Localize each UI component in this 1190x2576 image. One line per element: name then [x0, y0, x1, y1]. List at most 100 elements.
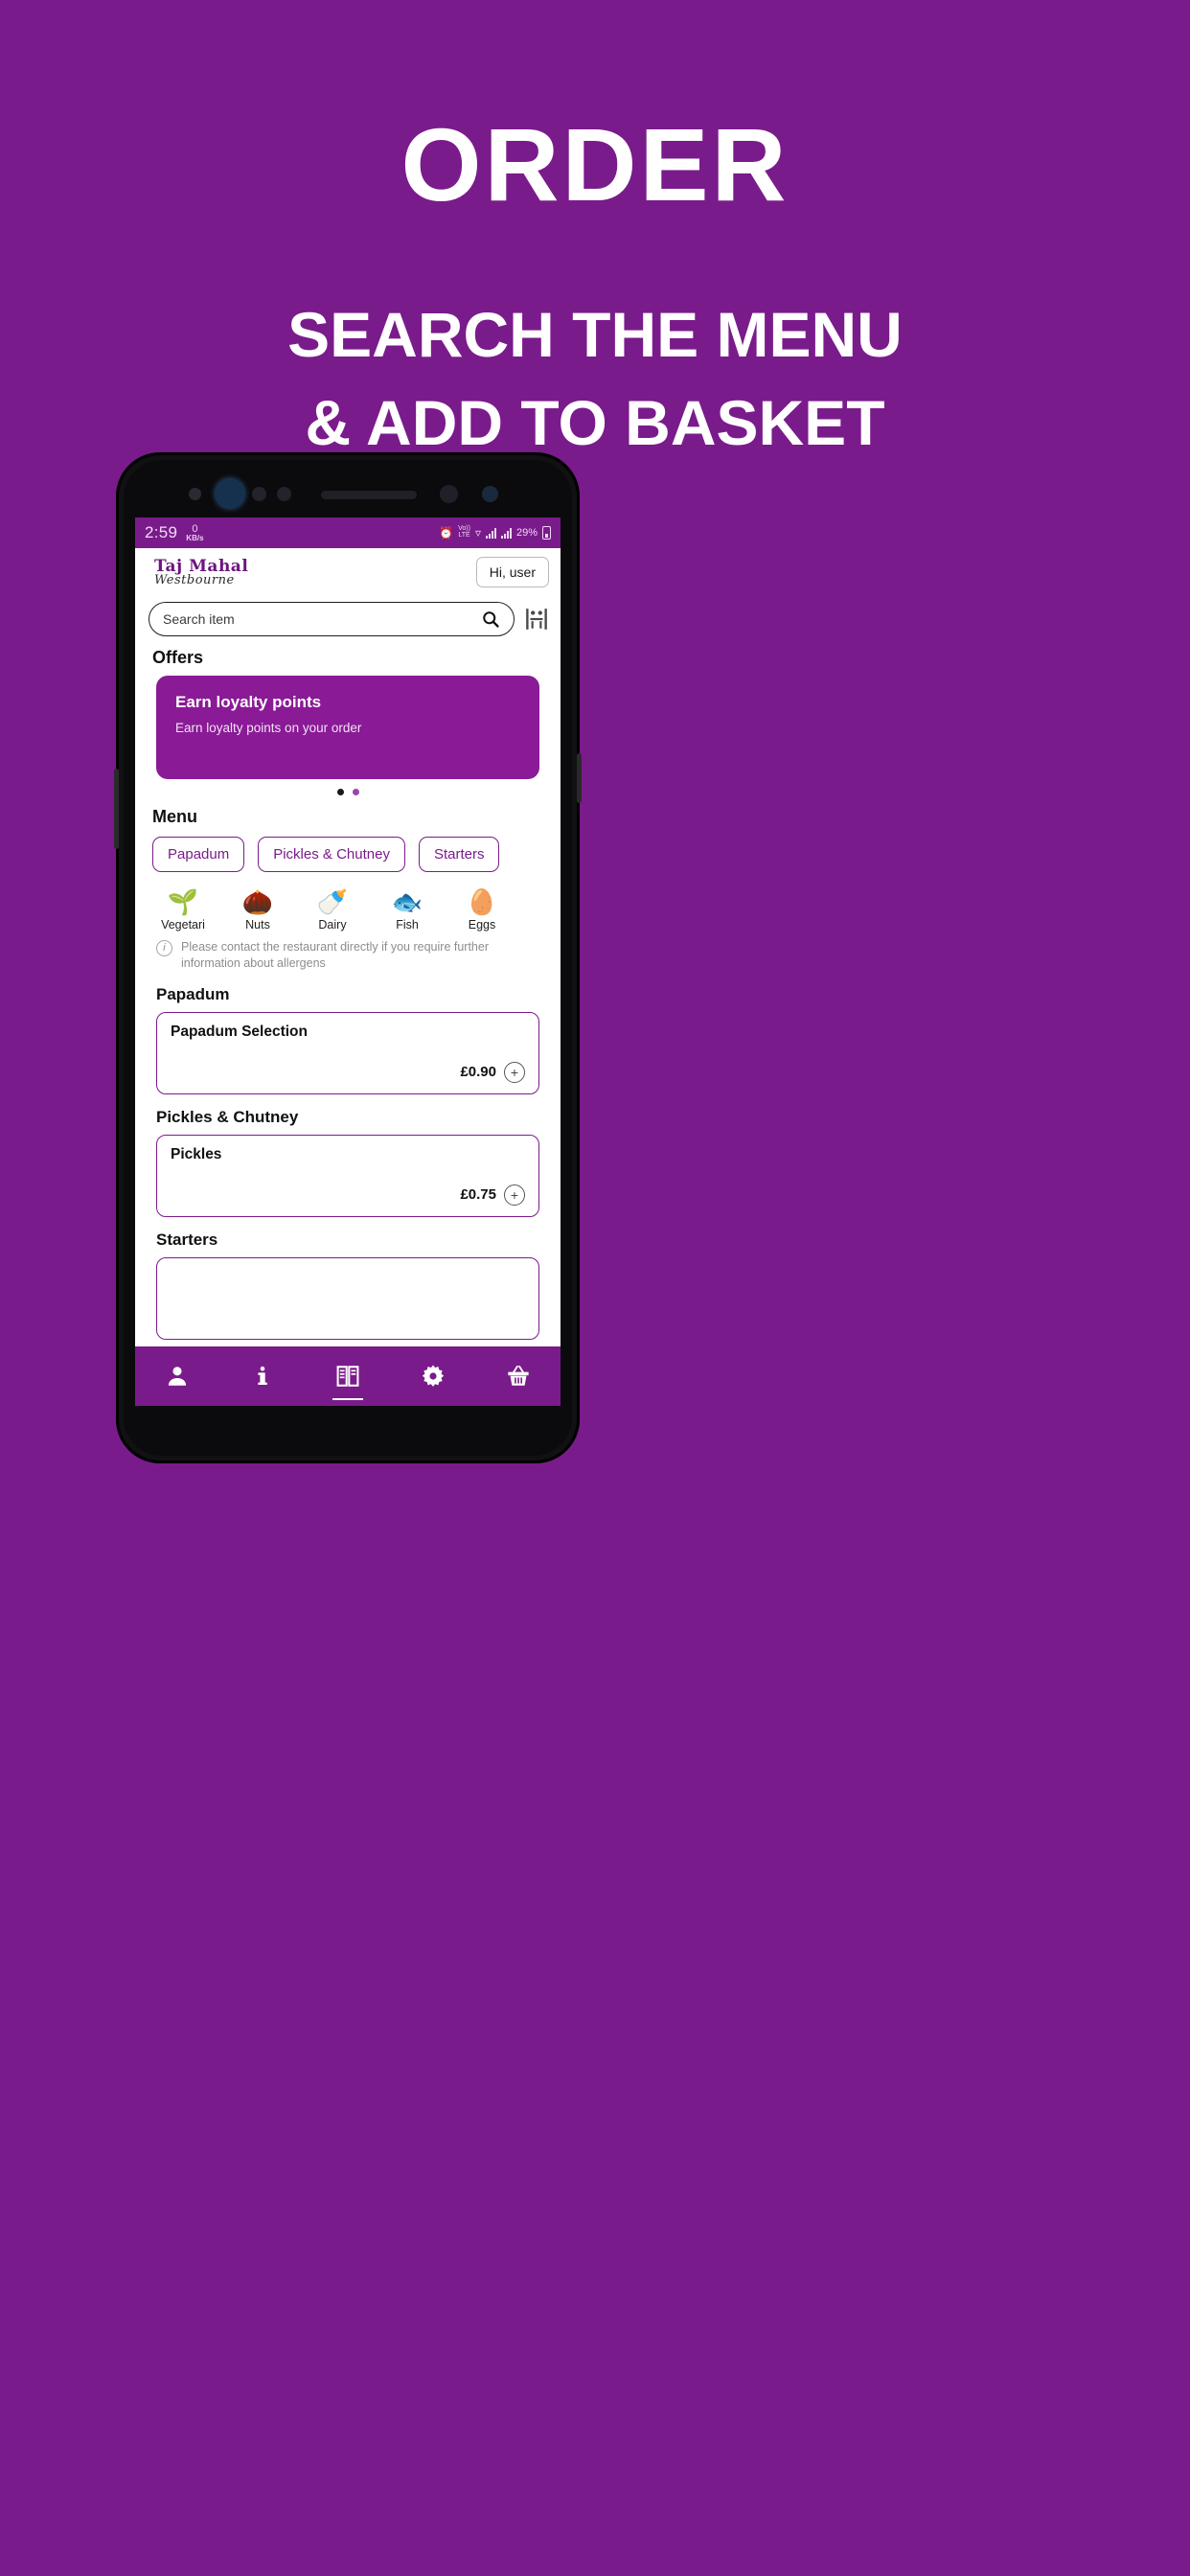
promo-title: ORDER: [400, 106, 790, 222]
allergen-note: i Please contact the restaurant directly…: [135, 932, 561, 972]
nav-basket[interactable]: [493, 1354, 543, 1398]
sensor-icon: [440, 485, 458, 503]
search-box[interactable]: [149, 602, 515, 636]
allergen-nuts: 🌰 Nuts: [231, 886, 285, 932]
allergen-note-line1: Please contact the restaurant directly i…: [181, 940, 489, 954]
basket-icon[interactable]: [506, 1364, 531, 1389]
allergen-fish: 🐟 Fish: [380, 886, 434, 932]
offer-card-title: Earn loyalty points: [175, 693, 322, 711]
dairy-bottle-icon: 🍼: [316, 886, 349, 916]
phone-chin: [124, 1406, 572, 1456]
offer-card-description: Earn loyalty points on your order: [175, 721, 362, 735]
tab-papadum[interactable]: Papadum: [152, 837, 245, 872]
menu-section-title: Menu: [152, 807, 197, 826]
sensor-icon: [252, 487, 266, 501]
add-to-basket-button[interactable]: +: [504, 1061, 525, 1083]
menu-category-tabs[interactable]: Papadum Pickles & Chutney Starters: [135, 837, 561, 872]
info-icon: i: [156, 940, 172, 956]
promo-subtitle: SEARCH THE MENU & ADD TO BASKET: [0, 303, 1190, 454]
offer-card[interactable]: Earn loyalty points Earn loyalty points …: [156, 676, 539, 779]
signal-bars-icon: [485, 527, 496, 539]
group-title-starters: Starters: [156, 1230, 218, 1249]
phone-bezel: 2:59 0 KB/s ⏰ Vo)) LTE ▿ 29% Taj Mahal W…: [124, 460, 572, 1456]
table-booking-icon[interactable]: [524, 607, 549, 632]
offers-section-title: Offers: [152, 648, 204, 667]
network-speed-value: 0: [192, 522, 198, 535]
nav-account[interactable]: [152, 1354, 202, 1398]
allergen-label: Nuts: [245, 918, 270, 932]
battery-icon: [542, 526, 551, 540]
nuts-icon: 🌰: [241, 886, 274, 916]
group-title-papadum: Papadum: [156, 984, 230, 1003]
promo-page: ORDER SEARCH THE MENU & ADD TO BASKET 2:…: [0, 0, 1190, 2576]
phone-top-sensors: [124, 460, 572, 518]
carousel-dot-2[interactable]: [352, 789, 359, 795]
alarm-icon: ⏰: [439, 526, 454, 540]
offers-carousel-dots[interactable]: [135, 779, 561, 801]
phone-volume-button: [114, 769, 119, 849]
menu-book-icon[interactable]: [334, 1364, 361, 1389]
phone-screen: 2:59 0 KB/s ⏰ Vo)) LTE ▿ 29% Taj Mahal W…: [135, 518, 561, 1406]
allergen-note-line2: information about allergens: [181, 955, 326, 970]
sensor-icon: [482, 486, 498, 502]
tab-pickles-and-chutney[interactable]: Pickles & Chutney: [258, 837, 405, 872]
search-icon[interactable]: [481, 610, 500, 629]
volte-icon: Vo)) LTE: [458, 525, 470, 539]
menu-item-name: Papadum Selection: [171, 1023, 308, 1040]
allergen-vegetarian: 🌱 Vegetari: [156, 886, 210, 932]
nav-info[interactable]: [238, 1354, 287, 1398]
vegetarian-leaf-icon: 🌱: [167, 886, 199, 916]
search-input[interactable]: [163, 611, 481, 627]
allergen-dairy: 🍼 Dairy: [306, 886, 359, 932]
promo-subtitle-line1: SEARCH THE MENU: [287, 299, 903, 370]
settings-gear-icon[interactable]: [421, 1364, 446, 1389]
menu-item-card-partial[interactable]: [156, 1256, 539, 1340]
menu-item-footer: £0.75 +: [460, 1184, 525, 1206]
app-header: Taj Mahal Westbourne Hi, user: [135, 548, 561, 596]
search-row: [135, 596, 561, 644]
add-to-basket-button[interactable]: +: [504, 1184, 525, 1206]
menu-item-price: £0.75: [460, 1186, 496, 1204]
fish-icon: 🐟: [391, 886, 423, 916]
allergen-eggs: 🥚 Eggs: [455, 886, 509, 932]
menu-item-footer: £0.90 +: [460, 1061, 525, 1083]
signal-bars-icon: [500, 527, 512, 539]
status-icons: ⏰ Vo)) LTE ▿ 29%: [439, 525, 551, 540]
status-time: 2:59: [145, 523, 178, 541]
wifi-icon: ▿: [474, 526, 481, 540]
status-bar: 2:59 0 KB/s ⏰ Vo)) LTE ▿ 29%: [135, 518, 561, 548]
nav-menu[interactable]: [323, 1354, 373, 1400]
network-speed: 0 KB/s: [186, 522, 204, 542]
tab-starters[interactable]: Starters: [418, 837, 500, 872]
allergen-label: Fish: [396, 918, 419, 932]
front-camera-icon: [215, 478, 245, 509]
network-speed-unit: KB/s: [186, 533, 204, 542]
group-title-pickles-and-chutney: Pickles & Chutney: [156, 1107, 299, 1126]
account-button[interactable]: Hi, user: [475, 557, 549, 587]
sensor-icon: [277, 487, 291, 501]
allergen-label: Dairy: [318, 918, 347, 932]
menu-item-card[interactable]: Pickles £0.75 +: [156, 1134, 539, 1217]
allergen-note-text: Please contact the restaurant directly i…: [181, 939, 541, 972]
menu-item-card[interactable]: Papadum Selection £0.90 +: [156, 1011, 539, 1094]
allergen-label: Vegetari: [161, 918, 205, 932]
phone-power-button: [577, 753, 582, 803]
account-person-icon[interactable]: [165, 1364, 190, 1389]
promo-text-block: ORDER SEARCH THE MENU & ADD TO BASKET: [0, 0, 1190, 455]
menu-item-price: £0.90: [460, 1064, 496, 1081]
nav-settings[interactable]: [408, 1354, 458, 1398]
earpiece-speaker: [321, 491, 417, 499]
logo-line2: Westbourne: [154, 572, 235, 587]
phone-mockup: 2:59 0 KB/s ⏰ Vo)) LTE ▿ 29% Taj Mahal W…: [114, 452, 582, 1463]
bottom-navigation[interactable]: [135, 1346, 561, 1406]
menu-item-name: Pickles: [171, 1145, 222, 1162]
info-i-icon[interactable]: [251, 1364, 274, 1389]
allergen-legend: 🌱 Vegetari 🌰 Nuts 🍼 Dairy 🐟 Fish 🥚 Eggs: [135, 872, 561, 932]
promo-subtitle-line2: & ADD TO BASKET: [305, 387, 885, 458]
restaurant-logo: Taj Mahal Westbourne: [147, 558, 248, 587]
battery-percent: 29%: [515, 527, 538, 539]
sensor-icon: [189, 488, 201, 500]
eggs-icon: 🥚: [466, 886, 498, 916]
allergen-label: Eggs: [468, 918, 496, 932]
carousel-dot-1[interactable]: [336, 789, 344, 795]
